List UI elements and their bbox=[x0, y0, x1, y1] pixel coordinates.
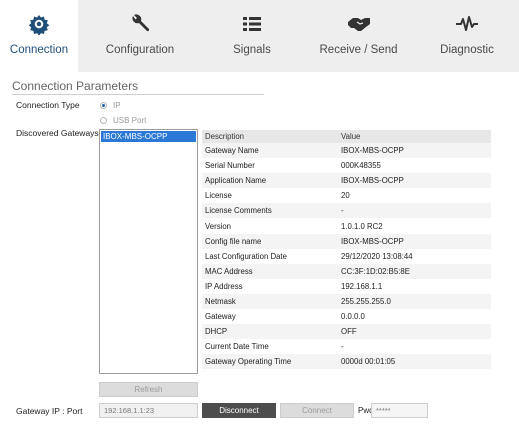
row-description: Current Date Time bbox=[202, 339, 338, 355]
table-row: DHCP OFF bbox=[202, 324, 491, 340]
radio-ip[interactable]: IP bbox=[100, 101, 121, 110]
table-header-row: Description Value bbox=[202, 130, 491, 143]
column-header-value: Value bbox=[338, 130, 491, 143]
table-row: Last Configuration Date 29/12/2020 13:08:… bbox=[202, 248, 491, 264]
tab-label-signals: Signals bbox=[233, 44, 271, 56]
handshake-icon bbox=[346, 0, 372, 42]
row-value: CC:3F:1D:02:B5:8E bbox=[338, 263, 491, 279]
row-description: Application Name bbox=[202, 173, 338, 189]
row-value: 0000d 00:01:05 bbox=[338, 354, 491, 370]
tab-connection[interactable]: Connection bbox=[0, 0, 78, 72]
table-row: License Comments - bbox=[202, 203, 491, 219]
gateway-list[interactable]: IBOX-MBS-OCPP bbox=[99, 129, 198, 374]
gateway-list-item[interactable]: IBOX-MBS-OCPP bbox=[101, 131, 196, 142]
row-value: 192.168.1.1 bbox=[338, 278, 491, 294]
row-description: Netmask bbox=[202, 293, 338, 310]
table-row: Gateway Name IBOX-MBS-OCPP bbox=[202, 143, 491, 159]
radio-usb-port-label: USB Port bbox=[113, 116, 147, 125]
row-description: Gateway Name bbox=[202, 143, 338, 159]
row-value: - bbox=[338, 339, 491, 355]
tab-label-diagnostic: Diagnostic bbox=[440, 44, 494, 56]
radio-usb-port[interactable]: USB Port bbox=[100, 116, 146, 125]
table-row: Netmask 255.255.255.0 bbox=[202, 293, 491, 310]
tab-label-configuration: Configuration bbox=[105, 44, 175, 56]
row-description: License bbox=[202, 188, 338, 204]
refresh-button[interactable]: Refresh bbox=[99, 382, 198, 397]
radio-ip-indicator[interactable] bbox=[100, 102, 107, 109]
row-value: 255.255.255.0 bbox=[338, 293, 491, 310]
table-row: Version 1.0.1.0 RC2 bbox=[202, 218, 491, 234]
row-description: Version bbox=[202, 218, 338, 234]
row-description: Gateway bbox=[202, 309, 338, 325]
table-row: IP Address 192.168.1.1 bbox=[202, 278, 491, 294]
row-value: 20 bbox=[338, 188, 491, 204]
row-value: OFF bbox=[338, 324, 491, 340]
row-value: IBOX-MBS-OCPP bbox=[338, 173, 491, 189]
tab-label-connection: Connection bbox=[9, 44, 69, 56]
tab-signals[interactable]: Signals bbox=[202, 0, 302, 72]
column-header-description: Description bbox=[202, 130, 338, 143]
table-row: Current Date Time - bbox=[202, 339, 491, 355]
table-row: MAC Address CC:3F:1D:02:B5:8E bbox=[202, 263, 491, 279]
table-row: License 20 bbox=[202, 188, 491, 204]
connection-type-label: Connection Type bbox=[16, 100, 80, 110]
row-description: Serial Number bbox=[202, 158, 338, 174]
section-divider bbox=[12, 94, 264, 95]
list-icon bbox=[241, 0, 263, 42]
row-description: IP Address bbox=[202, 278, 338, 294]
section-title: Connection Parameters bbox=[12, 79, 139, 93]
row-description: DHCP bbox=[202, 324, 338, 340]
row-description: MAC Address bbox=[202, 263, 338, 279]
row-value: - bbox=[338, 203, 491, 219]
wrench-icon bbox=[129, 0, 151, 42]
tab-diagnostic[interactable]: Diagnostic bbox=[415, 0, 519, 72]
tab-configuration[interactable]: Configuration bbox=[78, 0, 202, 72]
radio-ip-label: IP bbox=[113, 101, 121, 110]
table-row: Gateway Operating Time 0000d 00:01:05 bbox=[202, 354, 491, 370]
table-row: Serial Number 000K48355 bbox=[202, 158, 491, 174]
pulse-icon bbox=[455, 0, 479, 42]
table-row: Gateway 0.0.0.0 bbox=[202, 309, 491, 325]
table-row: Application Name IBOX-MBS-OCPP bbox=[202, 173, 491, 189]
row-value: 000K48355 bbox=[338, 158, 491, 174]
tab-receive-send[interactable]: Receive / Send bbox=[302, 0, 415, 72]
disconnect-button[interactable]: Disconnect bbox=[202, 403, 276, 418]
row-value: 29/12/2020 13:08:44 bbox=[338, 248, 491, 264]
row-description: License Comments bbox=[202, 203, 338, 219]
connection-gear-icon bbox=[28, 0, 50, 42]
gateway-ip-port-label: Gateway IP : Port bbox=[16, 406, 83, 416]
row-description: Last Configuration Date bbox=[202, 248, 338, 264]
gateway-ip-port-input[interactable]: 192.168.1.1:23 bbox=[99, 403, 198, 418]
row-value: IBOX-MBS-OCPP bbox=[338, 233, 491, 249]
row-description: Gateway Operating Time bbox=[202, 354, 338, 370]
row-value: 0.0.0.0 bbox=[338, 309, 491, 325]
tab-label-receive-send: Receive / Send bbox=[319, 44, 398, 56]
password-input[interactable]: ***** bbox=[371, 403, 428, 418]
table-row: Config file name IBOX-MBS-OCPP bbox=[202, 233, 491, 249]
row-description: Config file name bbox=[202, 233, 338, 249]
connect-button[interactable]: Connect bbox=[280, 403, 354, 418]
radio-usb-port-indicator[interactable] bbox=[100, 117, 107, 124]
row-value: 1.0.1.0 RC2 bbox=[338, 218, 491, 234]
gateway-properties-table: Description Value Gateway Name IBOX-MBS-O… bbox=[202, 130, 491, 370]
tab-bar: Connection Configuration Signals Receive… bbox=[0, 0, 519, 72]
row-value: IBOX-MBS-OCPP bbox=[338, 143, 491, 159]
discovered-gateways-label: Discovered Gateways bbox=[16, 128, 99, 138]
